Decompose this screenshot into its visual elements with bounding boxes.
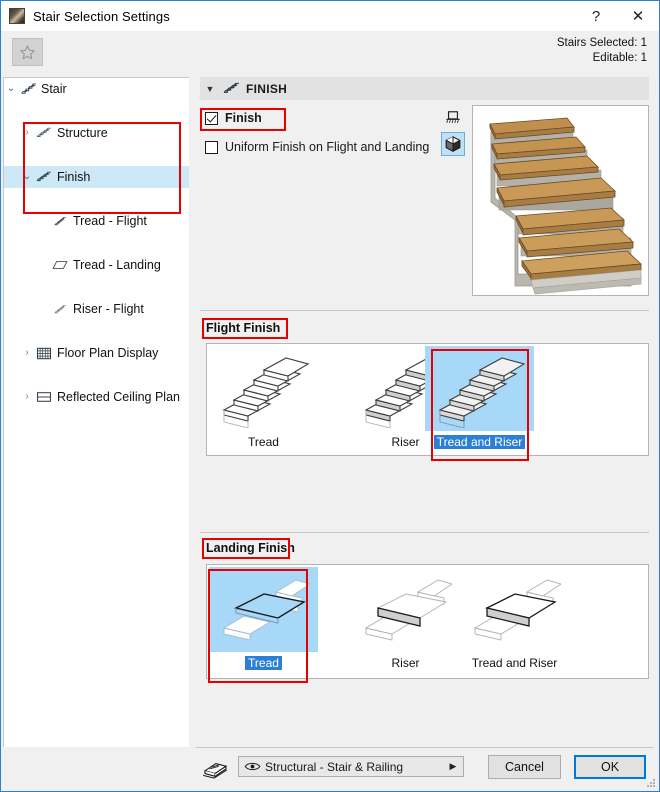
dropdown-arrow-icon[interactable]: ▶	[443, 761, 463, 772]
finish-settings-panel: ▼ FINISH Finish Uniform Finish on Flight…	[196, 77, 653, 748]
sidebar-item-tread-flight[interactable]: Tread - Flight	[4, 210, 189, 232]
sidebar-item-stair[interactable]: ⌄ Stair	[4, 78, 189, 100]
3d-view-icon	[445, 136, 461, 153]
sub-toolbar: Stairs Selected: 1 Editable: 1	[1, 31, 659, 74]
landing-option-riser[interactable]: Riser	[351, 567, 460, 676]
finish-icon	[34, 170, 54, 184]
resize-grip[interactable]	[646, 778, 656, 788]
stair-preview-render	[473, 106, 648, 295]
sidebar-item-label: Structure	[57, 126, 108, 140]
landing-riser-icon	[351, 567, 460, 652]
chevron-right-icon[interactable]: ›	[20, 128, 34, 138]
landing-finish-title: Landing Finish	[206, 541, 295, 555]
flight-option-label: Tread and Riser	[433, 435, 526, 449]
star-icon	[20, 44, 35, 59]
ok-button[interactable]: OK	[574, 755, 646, 779]
pen-set-icon[interactable]	[201, 759, 229, 779]
sidebar-item-tread-landing[interactable]: Tread - Landing	[4, 254, 189, 276]
footer-divider	[196, 747, 654, 748]
finish-checkbox-label: Finish	[225, 111, 262, 125]
landing-option-tread[interactable]: Tread	[209, 567, 318, 676]
tread-landing-icon	[50, 259, 70, 271]
chevron-down-icon[interactable]: ⌄	[4, 84, 18, 94]
sidebar-item-reflected-ceiling-plan[interactable]: › Reflected Ceiling Plan	[4, 386, 189, 408]
structure-icon	[34, 126, 54, 140]
chevron-right-icon[interactable]: ›	[20, 392, 34, 402]
landing-finish-options[interactable]: Tread Riser Tread and Riser	[206, 564, 649, 679]
stair-tread-riser-icon	[425, 346, 534, 431]
landing-tread-icon	[209, 567, 318, 652]
help-button[interactable]: ?	[575, 1, 617, 31]
sidebar-item-label: Tread - Landing	[73, 258, 161, 272]
uniform-finish-checkbox-row[interactable]: Uniform Finish on Flight and Landing	[205, 140, 429, 154]
sidebar-item-label: Tread - Flight	[73, 214, 147, 228]
selection-info: Stairs Selected: 1 Editable: 1	[557, 36, 647, 66]
chevron-right-icon[interactable]: ›	[20, 348, 34, 358]
landing-option-label: Riser	[391, 656, 420, 670]
flight-option-tread-and-riser[interactable]: Tread and Riser	[425, 346, 534, 455]
sidebar-item-floor-plan-display[interactable]: › Floor Plan Display	[4, 342, 189, 364]
window-title: Stair Selection Settings	[33, 8, 170, 24]
sidebar-item-label: Floor Plan Display	[57, 346, 159, 360]
finish-checkbox[interactable]	[205, 111, 218, 125]
divider-landing	[200, 532, 649, 533]
stair-icon	[18, 82, 38, 96]
sidebar-item-riser-flight[interactable]: Riser - Flight	[4, 298, 189, 320]
flight-finish-title: Flight Finish	[206, 321, 281, 335]
editable-text: Editable: 1	[592, 52, 647, 64]
cancel-button[interactable]: Cancel	[488, 755, 561, 779]
sidebar-item-label: Riser - Flight	[73, 302, 144, 316]
layer-value: Structural - Stair & Railing	[265, 759, 404, 774]
stair-tread-icon	[209, 346, 318, 431]
tread-flight-icon	[50, 215, 70, 228]
stair-3d-preview[interactable]	[472, 105, 649, 296]
ceiling-plan-icon	[34, 391, 54, 403]
favorites-button[interactable]	[12, 38, 43, 66]
sidebar-item-finish[interactable]: ⌄ Finish	[4, 166, 189, 188]
finish-checkbox-row[interactable]: Finish	[205, 111, 262, 125]
sidebar-item-label: Stair	[41, 82, 67, 96]
stairs-selected-text: Stairs Selected: 1	[556, 37, 647, 49]
stair-selection-settings-dialog: Stair Selection Settings ? ✕ Stairs Sele…	[0, 0, 660, 792]
collapse-caret-icon[interactable]: ▼	[200, 84, 220, 94]
title-bar: Stair Selection Settings ? ✕	[1, 1, 659, 31]
riser-flight-icon	[50, 303, 70, 316]
view-3d-button[interactable]	[441, 132, 465, 156]
landing-option-label: Tread	[245, 656, 282, 670]
finish-icon	[220, 81, 242, 96]
view-2d-button[interactable]	[441, 106, 465, 130]
flight-option-tread[interactable]: Tread	[209, 346, 318, 455]
eye-icon	[239, 761, 265, 772]
uniform-finish-checkbox-label: Uniform Finish on Flight and Landing	[225, 140, 430, 154]
2d-view-icon	[446, 111, 460, 124]
landing-option-label: Tread and Riser	[471, 656, 558, 670]
floor-plan-icon	[34, 347, 54, 360]
flight-option-label: Riser	[391, 435, 420, 449]
dialog-footer: Structural - Stair & Railing ▶ Cancel OK	[1, 747, 659, 791]
flight-option-label: Tread	[248, 435, 279, 449]
finish-section-header[interactable]: ▼ FINISH	[200, 77, 649, 100]
landing-tread-riser-icon	[460, 567, 569, 652]
sidebar-item-label: Reflected Ceiling Plan	[57, 390, 180, 404]
sidebar-item-label: Finish	[57, 170, 91, 184]
divider-flight	[200, 310, 649, 311]
stair-app-icon	[9, 8, 25, 24]
chevron-down-icon[interactable]: ⌄	[20, 172, 34, 182]
close-button[interactable]: ✕	[617, 1, 659, 31]
finish-section-title: FINISH	[246, 81, 288, 96]
flight-finish-options[interactable]: Tread Riser Tread and Riser	[206, 343, 649, 456]
sidebar-item-structure[interactable]: › Structure	[4, 122, 189, 144]
uniform-finish-checkbox[interactable]	[205, 140, 218, 154]
window-controls: ? ✕	[575, 1, 659, 31]
settings-tree[interactable]: ⌄ Stair › Structure ⌄ Finish Tread - Fli…	[3, 77, 189, 773]
landing-option-tread-and-riser[interactable]: Tread and Riser	[460, 567, 569, 676]
layer-select[interactable]: Structural - Stair & Railing ▶	[238, 756, 464, 777]
